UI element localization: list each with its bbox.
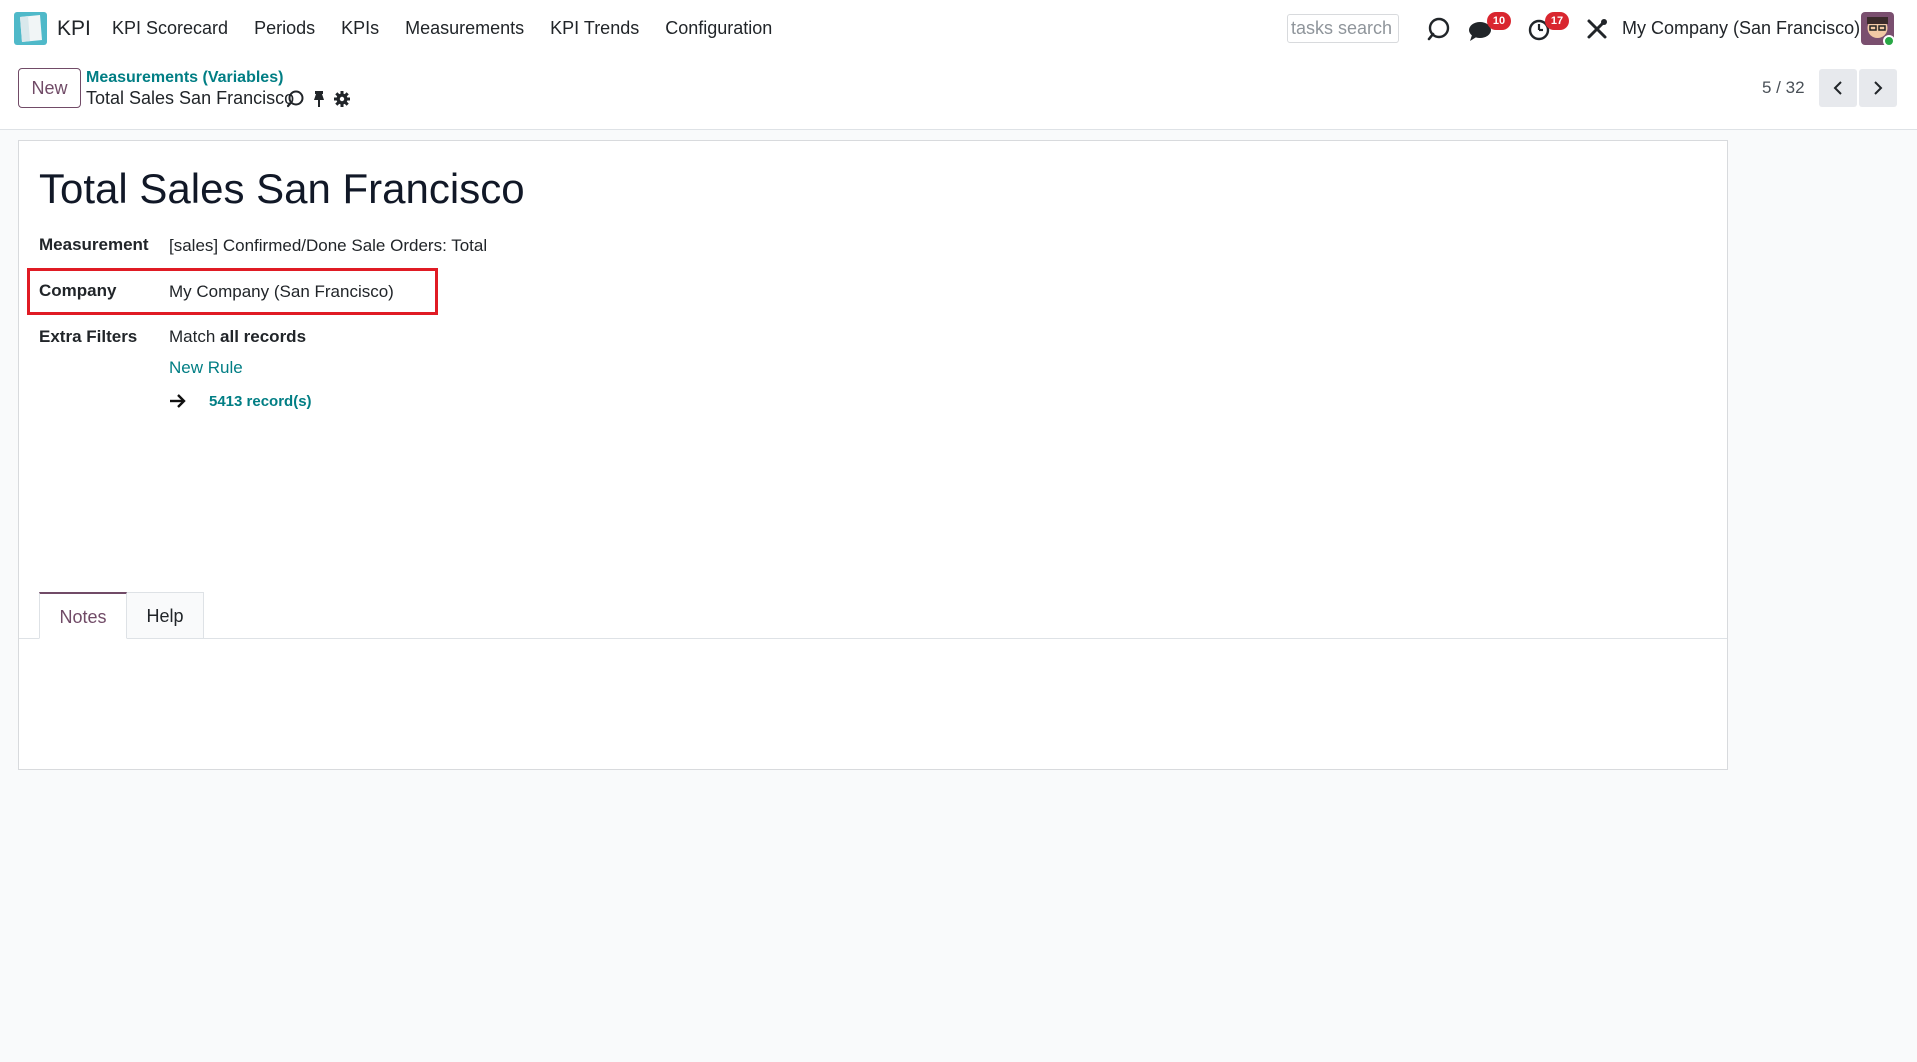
tab-notes[interactable]: Notes (39, 592, 127, 639)
menu-configuration[interactable]: Configuration (665, 18, 772, 39)
new-rule-link[interactable]: New Rule (169, 358, 243, 378)
record-title[interactable]: Total Sales San Francisco (39, 165, 525, 213)
debug-tools-icon[interactable] (1582, 14, 1612, 44)
arrow-right-icon (170, 394, 186, 408)
menu-periods[interactable]: Periods (254, 18, 315, 39)
measurement-field[interactable]: [sales] Confirmed/Done Sale Orders: Tota… (169, 236, 487, 256)
main-menu: KPI Scorecard Periods KPIs Measurements … (112, 18, 798, 39)
form-sheet: Total Sales San Francisco Measurement [s… (18, 140, 1728, 770)
measurement-label: Measurement (39, 235, 149, 254)
pin-icon[interactable] (309, 89, 329, 109)
menu-kpi-trends[interactable]: KPI Trends (550, 18, 639, 39)
breadcrumb-parent-link[interactable]: Measurements (Variables) (86, 69, 283, 87)
app-name[interactable]: KPI (57, 17, 91, 41)
menu-kpi-scorecard[interactable]: KPI Scorecard (112, 18, 228, 39)
notebook-tabs-divider (19, 638, 1727, 639)
control-panel: New Measurements (Variables) Total Sales… (0, 58, 1917, 130)
chevron-right-icon (1874, 81, 1883, 95)
gear-icon[interactable] (332, 89, 352, 109)
new-button[interactable]: New (18, 68, 81, 108)
messages-badge: 10 (1487, 12, 1511, 30)
menu-kpis[interactable]: KPIs (341, 18, 379, 39)
tab-help[interactable]: Help (127, 592, 204, 639)
discuss-icon[interactable] (285, 89, 305, 109)
domain-summary: Match all records (169, 327, 306, 347)
company-field[interactable]: My Company (San Francisco) (169, 282, 394, 302)
menu-measurements[interactable]: Measurements (405, 18, 524, 39)
pager-value[interactable]: 5 / 32 (1762, 78, 1805, 98)
kpi-app-icon[interactable] (14, 12, 47, 45)
extra-filters-label: Extra Filters (39, 327, 138, 346)
discuss-icon[interactable] (1424, 14, 1454, 44)
online-status-dot (1883, 35, 1895, 47)
domain-match-scope: all records (220, 327, 307, 346)
chevron-left-icon (1833, 81, 1842, 95)
tasks-search-input[interactable]: tasks search (1287, 14, 1399, 43)
activities-badge: 17 (1545, 12, 1569, 30)
main-navbar: KPI KPI Scorecard Periods KPIs Measureme… (0, 0, 1917, 58)
breadcrumb-current: Total Sales San Francisco (86, 88, 295, 108)
company-label: Company (39, 281, 117, 300)
matching-records-link[interactable]: 5413 record(s) (209, 393, 312, 410)
pager-previous-button[interactable] (1819, 69, 1857, 107)
domain-match-prefix: Match (169, 327, 216, 346)
pager-next-button[interactable] (1859, 69, 1897, 107)
company-switcher[interactable]: My Company (San Francisco) (1622, 18, 1860, 39)
